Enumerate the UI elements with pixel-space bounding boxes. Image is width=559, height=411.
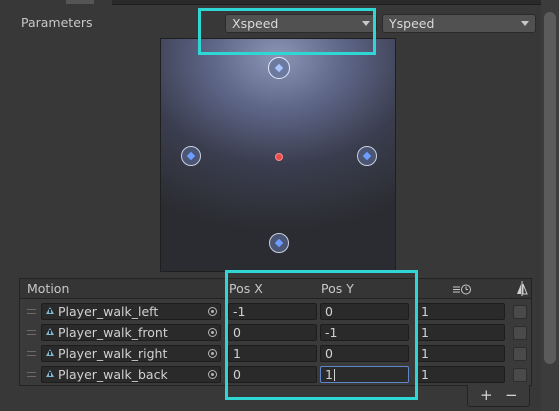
clipped-label — [66, 0, 94, 4]
motion-row: Player_walk_back 0 1 1 — [20, 364, 531, 385]
time-scale-icon[interactable] — [453, 283, 473, 295]
drag-handle-icon[interactable] — [27, 351, 36, 356]
motion-clip-name: Player_walk_right — [58, 346, 168, 361]
motion-node-left[interactable] — [181, 146, 201, 166]
parameters-label: Parameters — [21, 15, 93, 30]
pos-y-field[interactable]: 1 — [320, 366, 409, 383]
time-scale-field[interactable]: 1 — [416, 303, 505, 320]
chevron-down-icon — [521, 21, 529, 26]
list-footer: + − — [467, 385, 530, 407]
drag-handle-icon[interactable] — [27, 330, 36, 335]
motion-row: Player_walk_right 1 0 1 — [20, 343, 531, 364]
animation-clip-icon — [46, 349, 54, 356]
pos-y-field[interactable]: 0 — [320, 345, 409, 362]
time-scale-value: 1 — [421, 325, 429, 340]
time-scale-value: 1 — [421, 367, 429, 382]
time-scale-field[interactable]: 1 — [416, 366, 505, 383]
current-blend-position-marker[interactable] — [275, 153, 283, 161]
motion-node-front[interactable] — [269, 233, 289, 253]
motion-clip-field[interactable]: Player_walk_back — [41, 366, 221, 383]
pos-x-field[interactable]: -1 — [228, 303, 317, 320]
motion-list: Motion Pos X Pos Y Player_walk_left -1 0… — [19, 278, 532, 386]
time-scale-field[interactable]: 1 — [416, 324, 505, 341]
time-scale-field[interactable]: 1 — [416, 345, 505, 362]
mirror-icon[interactable] — [516, 281, 528, 296]
motion-column-header: Motion — [27, 281, 70, 296]
animation-clip-icon — [46, 307, 54, 314]
pos-x-value: 0 — [233, 325, 241, 340]
motion-node-back[interactable] — [268, 57, 290, 79]
scrollbar-thumb[interactable] — [544, 12, 556, 364]
pos-y-value: -1 — [325, 325, 338, 340]
mirror-checkbox[interactable] — [513, 326, 527, 340]
mirror-checkbox[interactable] — [513, 368, 527, 382]
motion-node-right[interactable] — [357, 146, 377, 166]
pos-x-field[interactable]: 0 — [228, 324, 317, 341]
pos-y-column-header: Pos Y — [321, 281, 354, 296]
pos-y-value: 0 — [325, 304, 333, 319]
chevron-down-icon — [362, 21, 370, 26]
pos-y-field[interactable]: 0 — [320, 303, 409, 320]
motion-clip-field[interactable]: Player_walk_front — [41, 324, 221, 341]
object-picker-icon[interactable] — [208, 370, 217, 379]
mirror-checkbox[interactable] — [513, 305, 527, 319]
time-scale-value: 1 — [421, 346, 429, 361]
drag-handle-icon[interactable] — [27, 309, 36, 314]
motion-clip-name: Player_walk_back — [58, 367, 168, 382]
motion-clip-field[interactable]: Player_walk_right — [41, 345, 221, 362]
pos-x-field[interactable]: 0 — [228, 366, 317, 383]
object-picker-icon[interactable] — [208, 349, 217, 358]
motion-row: Player_walk_left -1 0 1 — [20, 301, 531, 322]
motion-list-header: Motion Pos X Pos Y — [20, 279, 531, 299]
motion-clip-field[interactable]: Player_walk_left — [41, 303, 221, 320]
motion-clip-name: Player_walk_left — [58, 304, 159, 319]
drag-handle-icon[interactable] — [27, 372, 36, 377]
pos-y-value: 1 — [325, 367, 333, 382]
motion-row: Player_walk_front 0 -1 1 — [20, 322, 531, 343]
clipped-top-row — [0, 0, 559, 6]
inspector-scrollbar[interactable] — [541, 0, 559, 411]
x-parameter-dropdown[interactable]: Xspeed — [225, 14, 377, 33]
mirror-checkbox[interactable] — [513, 347, 527, 361]
motion-clip-name: Player_walk_front — [58, 325, 168, 340]
pos-x-field[interactable]: 1 — [228, 345, 317, 362]
pos-x-column-header: Pos X — [229, 281, 263, 296]
pos-y-value: 0 — [325, 346, 333, 361]
blend-tree-2d-visualizer[interactable] — [160, 38, 396, 272]
add-motion-button[interactable]: + — [480, 386, 493, 404]
pos-x-value: 0 — [233, 367, 241, 382]
y-parameter-value: Yspeed — [389, 16, 435, 31]
pos-y-field[interactable]: -1 — [320, 324, 409, 341]
clipped-field — [112, 0, 542, 5]
animation-clip-icon — [46, 328, 54, 335]
pos-x-value: -1 — [233, 304, 246, 319]
animation-clip-icon — [46, 370, 54, 377]
y-parameter-dropdown[interactable]: Yspeed — [382, 14, 536, 33]
time-scale-value: 1 — [421, 304, 429, 319]
x-parameter-value: Xspeed — [232, 16, 279, 31]
object-picker-icon[interactable] — [208, 328, 217, 337]
remove-motion-button[interactable]: − — [505, 386, 518, 404]
pos-x-value: 1 — [233, 346, 241, 361]
object-picker-icon[interactable] — [208, 307, 217, 316]
